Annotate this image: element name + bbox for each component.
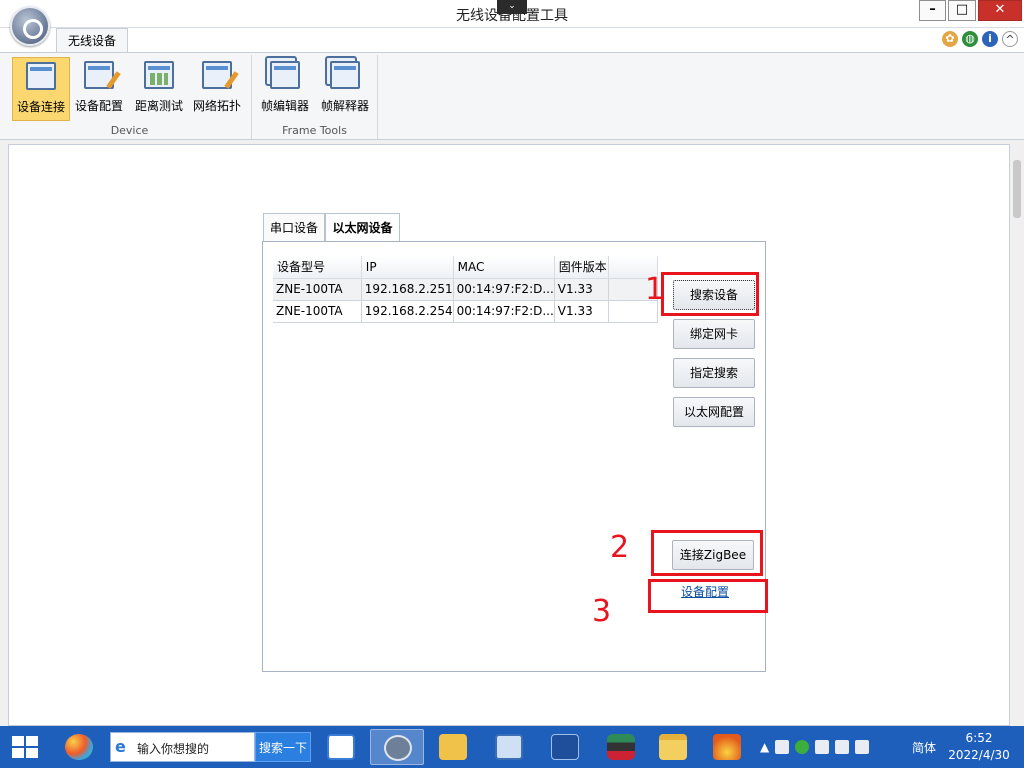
network-app-icon [327, 734, 355, 760]
ribbon-tab-bar: 无线设备 ✿ ◍ i ^ [0, 28, 1024, 53]
group-label-device: Device [110, 124, 149, 137]
table-header-row: 设备型号 IP MAC 固件版本 [273, 256, 659, 279]
annotation-box-3 [648, 579, 768, 613]
monitor-icon[interactable] [835, 740, 850, 754]
cell-firmware: V1.33 [554, 300, 609, 323]
col-header-firmware[interactable]: 固件版本 [554, 256, 609, 279]
frame-editor-icon [270, 61, 300, 89]
taskbar: e 输入你想搜的 搜索一下 ▲ 简体 6:52 2022/4/30 [0, 726, 1024, 768]
frame-editor-button[interactable]: 帧编辑器 [256, 57, 314, 121]
campfire-icon [713, 734, 741, 760]
network-status-icon[interactable] [815, 740, 830, 754]
clock-time: 6:52 [965, 731, 993, 745]
table-row[interactable]: ZNE-100TA 192.168.2.254 00:14:97:F2:D...… [273, 300, 659, 323]
taskbar-app-powershell[interactable] [538, 729, 592, 765]
language-indicator[interactable]: 简体 [912, 739, 936, 756]
search-input[interactable]: 输入你想搜的 [137, 740, 209, 757]
bind-nic-button[interactable]: 绑定网卡 [673, 319, 755, 349]
col-header-model[interactable]: 设备型号 [273, 256, 362, 279]
powershell-icon [551, 734, 579, 760]
search-button[interactable]: 搜索一下 [255, 732, 311, 762]
cell-model: ZNE-100TA [273, 300, 362, 323]
annotation-number-2: 2 [610, 530, 630, 565]
info-icon[interactable]: i [982, 31, 998, 47]
system-tray: ▲ [760, 726, 870, 768]
taskbar-app-server[interactable] [482, 729, 536, 765]
minimize-button[interactable]: – [919, 0, 946, 21]
system-clock[interactable]: 6:52 2022/4/30 [944, 730, 1014, 764]
top-right-icons: ✿ ◍ i ^ [942, 31, 1018, 47]
database-icon [607, 734, 635, 760]
folder-icon [659, 734, 687, 760]
device-connect-button[interactable]: 设备连接 [12, 57, 70, 121]
col-header-ip[interactable]: IP [361, 256, 454, 279]
network-topology-icon [202, 61, 232, 89]
col-header-mac[interactable]: MAC [453, 256, 555, 279]
network-topology-button[interactable]: 网络拓扑 [188, 57, 246, 121]
tab-wireless-device[interactable]: 无线设备 [56, 28, 128, 53]
volume-muted-icon[interactable] [855, 740, 870, 754]
server-manager-icon [495, 734, 523, 760]
table-row[interactable]: ZNE-100TA 192.168.2.251 00:14:97:F2:D...… [273, 278, 659, 301]
cell-mac: 00:14:97:F2:D... [453, 300, 555, 323]
app-logo-icon[interactable] [10, 6, 50, 46]
ribbon-group-device: 设备连接 设备配置 距离测试 网络拓扑 Device [8, 55, 252, 139]
scrollbar-thumb[interactable] [1013, 160, 1021, 218]
annotation-box-1 [661, 272, 759, 316]
device-link-icon [26, 62, 56, 90]
tray-expand-icon[interactable]: ▲ [760, 740, 769, 754]
taskbar-app-tools[interactable] [426, 729, 480, 765]
specified-search-button[interactable]: 指定搜索 [673, 358, 755, 388]
globe-icon[interactable]: ◍ [962, 31, 978, 47]
360-browser-icon [65, 734, 93, 760]
cell-mac: 00:14:97:F2:D... [453, 278, 555, 301]
taskbar-app-network[interactable] [314, 729, 368, 765]
collapse-ribbon-icon[interactable]: ^ [1002, 31, 1018, 47]
vertical-scrollbar[interactable] [1010, 144, 1024, 726]
device-table: 设备型号 IP MAC 固件版本 ZNE-100TA 192.168.2.251… [273, 256, 659, 323]
device-config-icon [84, 61, 114, 89]
chevron-down-icon[interactable]: ⌄ [497, 0, 527, 14]
taskbar-app-360[interactable] [52, 729, 106, 765]
maximize-button[interactable]: □ [948, 0, 976, 21]
group-label-frame-tools: Frame Tools [282, 124, 347, 137]
close-button[interactable]: ✕ [978, 0, 1022, 21]
clock-date: 2022/4/30 [948, 748, 1010, 762]
device-config-button[interactable]: 设备配置 [70, 57, 128, 121]
distance-test-button[interactable]: 距离测试 [130, 57, 188, 121]
taskbar-app-explorer[interactable] [646, 729, 700, 765]
tab-ethernet-device[interactable]: 以太网设备 [325, 213, 400, 242]
frame-interpreter-icon [330, 61, 360, 89]
ethernet-config-button[interactable]: 以太网配置 [673, 397, 755, 427]
cell-firmware: V1.33 [554, 278, 609, 301]
ribbon-group-frame-tools: 帧编辑器 帧解释器 Frame Tools [252, 55, 378, 139]
windows-start-icon[interactable] [12, 736, 38, 758]
annotation-number-1: 1 [645, 272, 665, 307]
cell-ip: 192.168.2.251 [361, 278, 454, 301]
frame-interpreter-button[interactable]: 帧解释器 [316, 57, 374, 121]
flag-icon[interactable] [775, 740, 790, 754]
config-tool-icon [384, 735, 412, 761]
distance-test-icon [144, 61, 174, 89]
taskbar-app-database[interactable] [594, 729, 648, 765]
taskbar-app-config-tool[interactable] [370, 729, 424, 765]
tools-icon [439, 734, 467, 760]
taskbar-app-fire[interactable] [700, 729, 754, 765]
taskbar-search-box[interactable]: e 输入你想搜的 [110, 732, 255, 762]
annotation-box-2 [651, 530, 763, 576]
ribbon: 设备连接 设备配置 距离测试 网络拓扑 Device 帧编辑器 帧解释器 Fra… [0, 52, 1024, 140]
cell-ip: 192.168.2.254 [361, 300, 454, 323]
ie-icon: e [115, 737, 126, 756]
security-icon[interactable] [795, 740, 810, 754]
cell-model: ZNE-100TA [273, 278, 362, 301]
palette-icon[interactable]: ✿ [942, 31, 958, 47]
tab-serial-device[interactable]: 串口设备 [263, 213, 325, 242]
annotation-number-3: 3 [592, 594, 612, 629]
title-bar: 无线设备配置工具 ⌄ – □ ✕ [0, 0, 1024, 28]
